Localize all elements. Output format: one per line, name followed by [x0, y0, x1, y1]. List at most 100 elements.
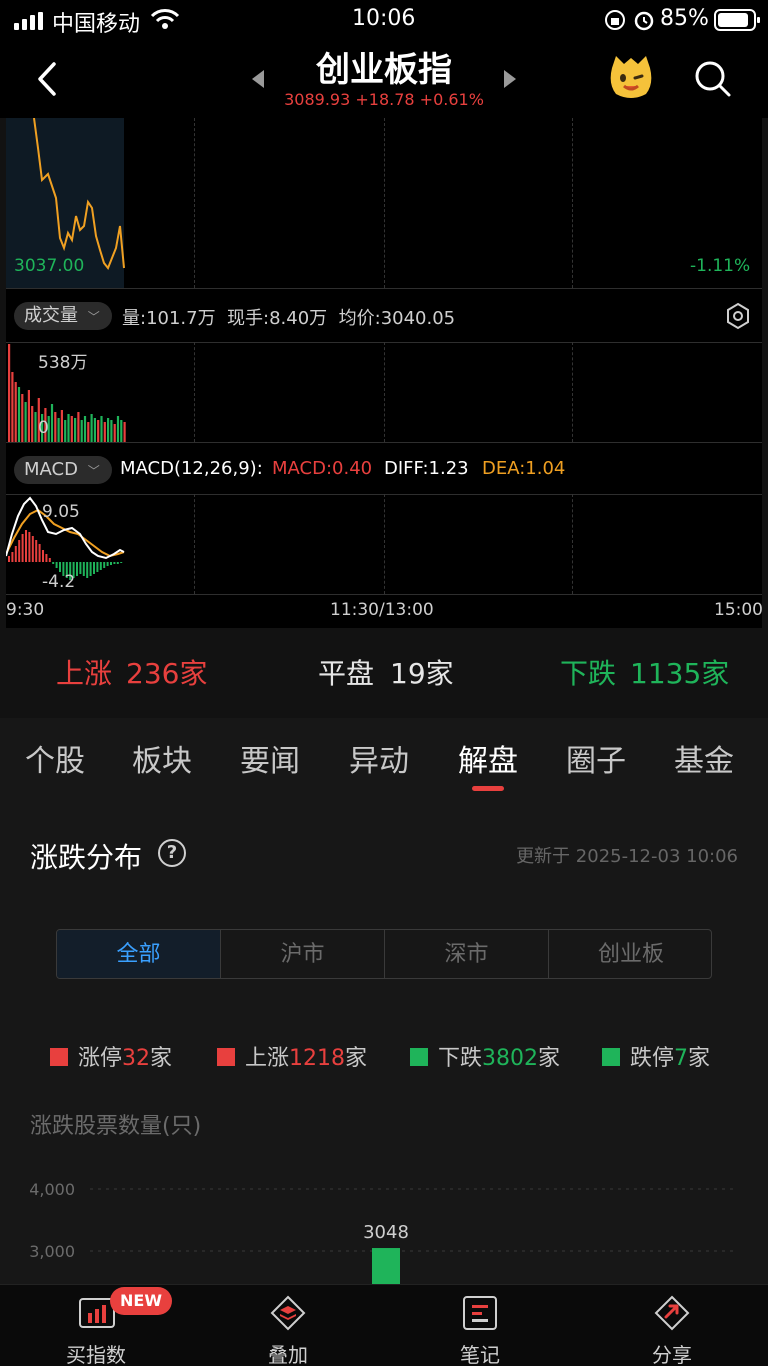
macd-bar [106, 562, 109, 566]
macd-bar [76, 562, 78, 576]
mascot-icon[interactable] [606, 54, 656, 102]
volume-bar [24, 402, 27, 442]
bar-value-label: 3048 [363, 1222, 409, 1243]
chevron-down-icon: ﹀ [87, 310, 100, 324]
market-breadth: 上涨 236家 平盘 19家 下跌 1135家 [0, 628, 768, 710]
nav-bar: 创业板指 3089.93 +18.78 +0.61% [0, 40, 768, 118]
volume-bar [31, 406, 34, 442]
legend-swatch [602, 1048, 620, 1066]
volume-bar [27, 390, 30, 442]
active-tab-indicator [472, 786, 504, 791]
tab-analysis[interactable]: 解盘 [443, 736, 533, 780]
macd-bar [45, 554, 48, 562]
price-low-label: 3037.00 [14, 256, 85, 276]
time-end-label: 15:00 [714, 600, 763, 620]
volume-bar [77, 412, 80, 442]
volume-zero-label: 0 [38, 418, 49, 438]
flat-count: 19家 [390, 657, 454, 690]
battery-icon [714, 9, 760, 31]
macd-bar [116, 562, 119, 564]
volume-bar [80, 420, 83, 442]
tab-sectors[interactable]: 板块 [117, 736, 207, 780]
macd-bar [48, 558, 51, 562]
segment-chinext[interactable]: 创业板 [549, 930, 711, 978]
macd-bottom-label: -4.2 [42, 572, 76, 592]
share-button[interactable]: 分享 [576, 1285, 768, 1366]
back-arrow-icon[interactable] [32, 60, 60, 98]
macd-value: MACD:0.40 [272, 458, 373, 479]
y-tick-label: 4,000 [29, 1180, 75, 1199]
tab-stocks[interactable]: 个股 [10, 736, 100, 780]
macd-bar [110, 562, 112, 565]
battery-percent: 85% [660, 6, 709, 31]
volume-bar [21, 394, 24, 442]
help-icon[interactable]: ? [158, 839, 186, 867]
macd-bar [113, 562, 116, 564]
macd-params: MACD(12,26,9): [120, 458, 263, 479]
page-title: 创业板指 [316, 50, 452, 90]
macd-bar [8, 556, 10, 562]
volume-bar [93, 418, 96, 442]
legend-up: 上涨1218家 [217, 1040, 367, 1072]
search-icon[interactable] [694, 60, 732, 98]
legend-swatch [217, 1048, 235, 1066]
volume-bar [50, 404, 54, 442]
volume-bar [11, 372, 14, 442]
tab-funds[interactable]: 基金 [659, 736, 749, 780]
macd-bar [42, 550, 44, 562]
y-tick-label: 3,000 [29, 1242, 75, 1261]
diff-value: DIFF:1.23 [384, 458, 469, 479]
volume-info: 量:101.7万 现手:8.40万 均价:3040.05 [122, 308, 456, 329]
new-badge: NEW [110, 1287, 172, 1315]
tab-movers[interactable]: 异动 [334, 736, 424, 780]
macd-selector[interactable]: MACD ﹀ [14, 456, 112, 484]
legend-swatch [410, 1048, 428, 1066]
volume-bar [120, 420, 123, 442]
volume-bar [97, 420, 100, 442]
volume-bar [8, 344, 11, 442]
carrier-label: 中国移动 [52, 12, 141, 37]
buy-index-label: 买指数 [66, 1343, 126, 1366]
macd-bar [86, 562, 89, 578]
buy-index-button[interactable]: NEW 买指数 [0, 1285, 192, 1366]
segment-all[interactable]: 全部 [57, 930, 221, 978]
volume-bar [107, 418, 110, 442]
macd-bar [52, 562, 55, 564]
macd-bar [89, 562, 92, 576]
volume-bar [83, 416, 87, 442]
macd-bar [21, 534, 24, 562]
macd-bar [120, 562, 123, 563]
distribution-title: 涨跌分布 [30, 841, 143, 874]
volume-selector[interactable]: 成交量 ﹀ [14, 302, 112, 330]
macd-bar [93, 562, 95, 574]
dea-value: DEA:1.04 [482, 458, 566, 479]
tab-community[interactable]: 圈子 [551, 736, 641, 780]
legend-swatch [50, 1048, 68, 1066]
volume-bar [60, 410, 63, 442]
volume-bar [123, 422, 126, 442]
pct-change-label: -1.11% [690, 256, 751, 276]
next-index-icon[interactable] [502, 70, 516, 88]
macd-header: MACD ﹀ MACD(12,26,9): MACD:0.40 DIFF:1.2… [6, 444, 762, 494]
distribution-bar [372, 1248, 400, 1284]
macd-bar [99, 562, 102, 570]
volume-bar [116, 416, 120, 442]
settings-icon[interactable] [724, 302, 752, 330]
volume-bar [110, 420, 113, 442]
volume-bar [113, 424, 116, 442]
segment-shenzhen[interactable]: 深市 [385, 930, 549, 978]
down-label: 下跌 [560, 657, 617, 690]
volume-max-label: 538万 [38, 353, 88, 373]
tab-news[interactable]: 要闻 [225, 736, 315, 780]
up-count: 236家 [126, 657, 208, 690]
share-label: 分享 [652, 1343, 692, 1366]
signal-icon [14, 12, 44, 30]
notes-button[interactable]: 笔记 [384, 1285, 576, 1366]
prev-index-icon[interactable] [252, 70, 266, 88]
distribution-chart: 4,000 3,000 3048 [29, 1180, 738, 1284]
overlay-button[interactable]: 叠加 [192, 1285, 384, 1366]
share-icon [654, 1295, 690, 1331]
macd-bar [59, 562, 61, 572]
intraday-chart[interactable]: 3037.00 -1.11% 成交量 ﹀ 量:101.7万 现手:8.40万 均… [6, 118, 763, 628]
segment-shanghai[interactable]: 沪市 [221, 930, 385, 978]
